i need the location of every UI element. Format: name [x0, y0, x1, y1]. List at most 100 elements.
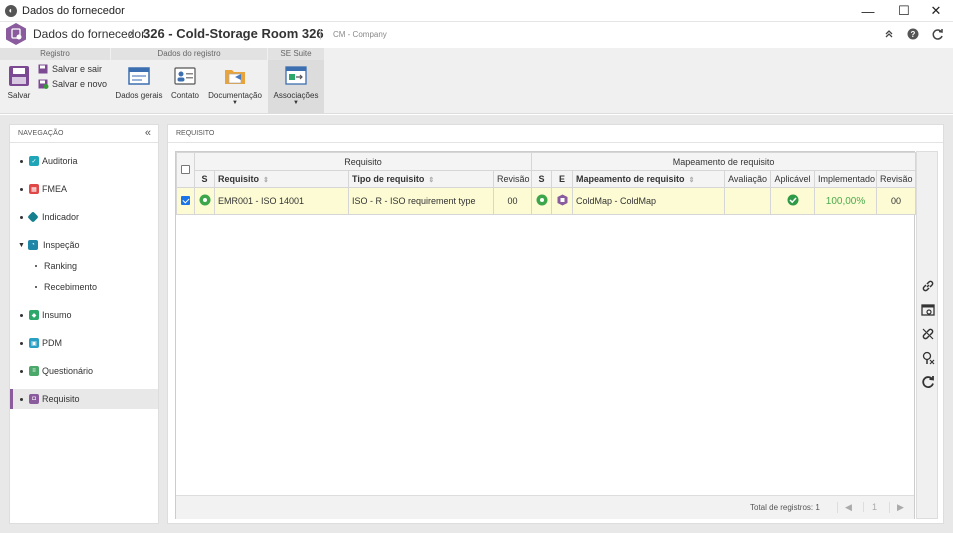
column-header-implementado[interactable]: Implementado: [814, 170, 878, 188]
save-exit-icon: [38, 64, 48, 74]
supplier-hex-icon: [6, 23, 26, 45]
status-cell: [194, 187, 215, 215]
select-all-cell: [176, 152, 195, 188]
save-exit-label: Salvar e sair: [52, 64, 103, 74]
ribbon-toolbar: Registro Salvar Salvar e sair Salvar e n…: [0, 48, 953, 114]
navigation-panel: NAVEGAÇÃO « ✓ Auditoria ▦ FMEA Indicador…: [9, 124, 159, 524]
link-icon[interactable]: [919, 277, 937, 295]
row-checkbox[interactable]: [181, 195, 190, 205]
gear-check-icon: [536, 194, 548, 206]
column-header-aplicavel[interactable]: Aplicável: [770, 170, 816, 188]
collapse-panel-icon[interactable]: «: [145, 127, 151, 139]
nav-item-inspecao[interactable]: ▼ ◔ Inspeção: [10, 235, 158, 255]
pdm-icon: ▣: [29, 338, 39, 348]
table-row[interactable]: EMR001 - ISO 14001 ISO - R - ISO require…: [176, 187, 917, 215]
nav-item-label: FMEA: [42, 184, 68, 194]
prev-page-button[interactable]: ◀: [837, 502, 859, 513]
column-header-revisao[interactable]: Revisão: [492, 170, 533, 188]
maximize-button[interactable]: ☐: [886, 0, 922, 22]
nav-item-label: Auditoria: [42, 156, 78, 166]
grid-footer: Total de registros: 1 ◀ 1 ▶: [176, 495, 914, 519]
nav-item-requisito[interactable]: ◘ Requisito: [10, 389, 158, 409]
column-header-e[interactable]: E: [551, 170, 574, 188]
minimize-button[interactable]: —: [850, 0, 886, 22]
refresh-icon[interactable]: [929, 26, 945, 42]
nav-item-auditoria[interactable]: ✓ Auditoria: [10, 151, 158, 171]
contact-label: Contato: [170, 91, 200, 100]
expand-arrow-icon[interactable]: ▼: [18, 242, 25, 249]
associations-icon: [285, 66, 307, 85]
page-number: 1: [863, 502, 885, 512]
bullet: [20, 187, 23, 191]
column-header-tipo[interactable]: Tipo de requisito ⇕: [348, 170, 494, 188]
contact-button[interactable]: Contato: [169, 65, 201, 100]
record-header: Dados do fornecedor › 326 - Cold-Storage…: [0, 22, 953, 48]
save-new-label: Salvar e novo: [52, 79, 108, 89]
unlink-icon[interactable]: [919, 325, 937, 343]
main-area: NAVEGAÇÃO « ✓ Auditoria ▦ FMEA Indicador…: [0, 115, 953, 533]
clear-filter-icon[interactable]: [919, 349, 937, 367]
save-button[interactable]: Salvar: [6, 65, 32, 100]
column-header-mapeamento[interactable]: Mapeamento de requisito ⇕: [572, 170, 726, 188]
save-label: Salvar: [7, 91, 31, 100]
nav-item-recebimento[interactable]: Recebimento: [10, 277, 158, 297]
page-title: 326 - Cold-Storage Room 326: [143, 26, 324, 41]
contact-card-icon: [174, 67, 196, 85]
app-icon: ◐: [5, 4, 17, 17]
nav-item-insumo[interactable]: ◆ Insumo: [10, 305, 158, 325]
close-button[interactable]: ✕: [918, 0, 953, 22]
bullet: [20, 369, 23, 373]
bullet: [20, 215, 23, 219]
bullet: [20, 159, 23, 163]
nav-item-questionario[interactable]: ≡ Questionário: [10, 361, 158, 381]
nav-item-label: PDM: [42, 338, 62, 348]
nav-item-label: Indicador: [42, 212, 80, 222]
nav-item-label: Requisito: [42, 394, 80, 404]
audit-icon: ✓: [29, 156, 39, 166]
nav-item-fmea[interactable]: ▦ FMEA: [10, 179, 158, 199]
save-and-exit-button[interactable]: Salvar e sair: [38, 64, 102, 74]
panel-title: REQUISITO: [176, 130, 215, 137]
requirement-panel: REQUISITO Requisito Mapeamento de requis…: [167, 124, 944, 524]
nav-item-ranking[interactable]: Ranking: [10, 256, 158, 276]
documentation-label: Documentação: [208, 91, 262, 100]
column-header-avaliacao[interactable]: Avaliação: [724, 170, 772, 188]
view-record-icon[interactable]: [919, 301, 937, 319]
select-all-checkbox[interactable]: [181, 164, 190, 174]
ribbon-group-se-suite: SE Suite Associações ▼: [268, 48, 324, 114]
revisao-cell: 00: [492, 187, 533, 215]
column-header-status-map[interactable]: S: [531, 170, 553, 188]
row-select-cell: [176, 187, 195, 215]
check-circle-icon: [787, 194, 799, 206]
refresh-grid-icon[interactable]: [919, 373, 937, 391]
svg-text:?: ?: [911, 30, 916, 39]
dropdown-arrow-icon: ▼: [232, 100, 238, 106]
nav-item-indicador[interactable]: Indicador: [10, 207, 158, 227]
column-header-revisao-map[interactable]: Revisão: [876, 170, 917, 188]
sort-icon: ⇕: [263, 177, 269, 184]
collapse-up-icon[interactable]: [881, 26, 897, 42]
associations-button[interactable]: Associações ▼: [271, 65, 321, 106]
nav-item-label: Inspeção: [42, 240, 80, 250]
nav-item-pdm[interactable]: ▣ PDM: [10, 333, 158, 353]
implementado-cell: 100,00%: [814, 187, 878, 215]
inspection-icon: ◔: [27, 240, 38, 250]
help-icon[interactable]: ?: [905, 26, 921, 42]
documentation-button[interactable]: Documentação ▼: [207, 65, 263, 106]
column-header-requisito[interactable]: Requisito ⇕: [214, 170, 349, 188]
window-titlebar: ◐ Dados do fornecedor — ☐ ✕: [0, 0, 953, 22]
total-records: Total de registros: 1: [750, 503, 820, 512]
nav-item-label: Recebimento: [44, 282, 98, 292]
next-page-button[interactable]: ▶: [889, 502, 911, 513]
general-data-button[interactable]: Dados gerais: [115, 65, 163, 100]
save-and-new-button[interactable]: Salvar e novo: [38, 79, 107, 89]
column-label: Mapeamento de requisito: [576, 174, 685, 184]
fmea-icon: ▦: [29, 184, 39, 194]
sort-icon: ⇕: [428, 177, 435, 184]
column-header-status[interactable]: S: [194, 170, 215, 188]
folder-documents-icon: [225, 70, 245, 84]
column-label: Tipo de requisito: [352, 174, 425, 184]
save-icon: [9, 66, 29, 86]
divider: [168, 142, 943, 143]
window-title: Dados do fornecedor: [22, 4, 125, 17]
